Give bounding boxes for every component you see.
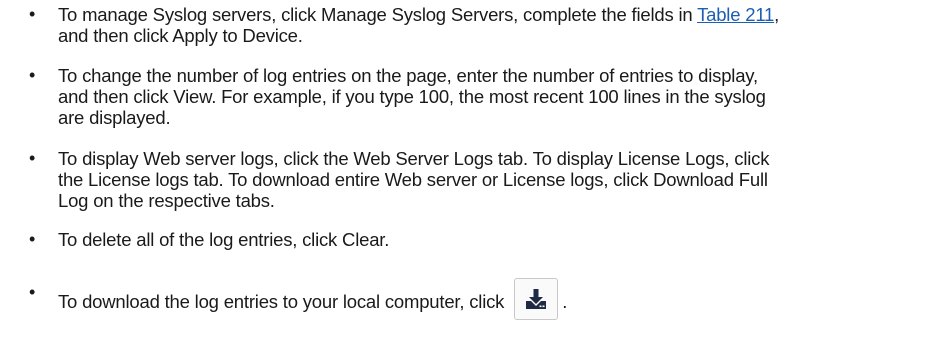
list-item: • To display Web server logs, click the … (0, 148, 935, 211)
list-item-line: and then click Apply to Device. (58, 25, 303, 46)
bullet-icon: • (28, 4, 36, 24)
list-item-line: are displayed. (58, 107, 171, 128)
list-item-line: To change the number of log entries on t… (58, 65, 758, 86)
list-item-text: To download the log entries to your loca… (58, 290, 505, 312)
list-item: • To delete all of the log entries, clic… (0, 229, 935, 250)
download-icon (526, 289, 547, 309)
bullet-icon: • (28, 282, 36, 302)
list-item: • To download the log entries to your lo… (0, 278, 935, 324)
list-item-line: To manage Syslog servers, click Manage S… (58, 4, 935, 25)
bullet-icon: • (28, 148, 36, 168)
list-item-line: and then click View. For example, if you… (58, 86, 766, 107)
list-item: • To change the number of log entries on… (0, 65, 935, 128)
bullet-icon: • (28, 65, 36, 85)
bullet-icon: • (28, 229, 36, 249)
list-item-line: To display Web server logs, click the We… (58, 148, 770, 169)
list-item-line: To download the log entries to your loca… (58, 278, 935, 324)
list-item-line: the License logs tab. To download entire… (58, 169, 768, 190)
list-item-text: . (562, 290, 568, 312)
list-item-text: To manage Syslog servers, click Manage S… (58, 4, 698, 25)
table-211-link[interactable]: Table 211 (697, 4, 774, 25)
download-button[interactable] (514, 278, 559, 320)
list-item-text: , (774, 4, 780, 25)
list-item-line: Log on the respective tabs. (58, 190, 275, 211)
list-item: • To manage Syslog servers, click Manage… (0, 4, 935, 46)
list-item-line: To delete all of the log entries, click … (58, 229, 390, 250)
